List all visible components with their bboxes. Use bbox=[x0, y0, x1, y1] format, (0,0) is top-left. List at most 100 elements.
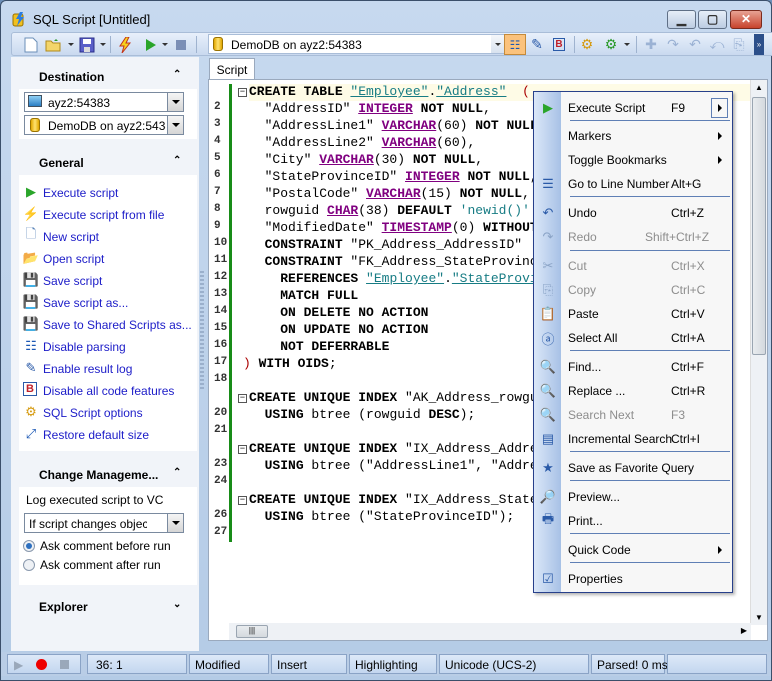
sidebar-item-restore-default-size[interactable]: ⤢ Restore default size bbox=[23, 425, 193, 445]
menu-item-copy[interactable]: ⎘ Copy Ctrl+C bbox=[534, 278, 732, 302]
new-document-icon: 🗋 bbox=[25, 226, 37, 241]
menu-item-cut[interactable]: ✂ Cut Ctrl+X bbox=[534, 254, 732, 278]
scroll-up-icon[interactable]: ▲ bbox=[755, 83, 763, 92]
sidebar-item-open-script[interactable]: 📂 Open script bbox=[23, 249, 193, 269]
result-log-button[interactable]: ✎ bbox=[528, 36, 546, 53]
sidebar-splitter[interactable] bbox=[200, 271, 204, 391]
execute-from-file-button[interactable] bbox=[116, 36, 134, 53]
tab-script[interactable]: Script bbox=[209, 58, 255, 80]
open-dropdown-arrow[interactable] bbox=[68, 43, 74, 46]
toolbar-overflow-button[interactable]: » bbox=[754, 34, 764, 55]
chevron-down-icon[interactable] bbox=[491, 35, 505, 53]
menu-item-quick-code[interactable]: Quick Code bbox=[534, 538, 732, 562]
database-selector[interactable]: DemoDB on ayz2:54383 bbox=[208, 34, 506, 54]
sidebar-item-disable-parsing[interactable]: ☷ Disable parsing bbox=[23, 337, 193, 357]
line-number: 17 bbox=[214, 356, 228, 368]
sidebar-item-new-script[interactable]: 🗋 New script bbox=[23, 226, 193, 247]
menu-item-find[interactable]: 🔍 Find... Ctrl+F bbox=[534, 355, 732, 379]
horizontal-scroll-thumb[interactable]: ||| bbox=[236, 625, 268, 638]
fold-toggle-icon[interactable]: − bbox=[238, 88, 247, 97]
radio-ask-before-run[interactable]: Ask comment before run bbox=[23, 538, 193, 556]
menu-item-incremental-search[interactable]: ▤ Incremental Search Ctrl+I bbox=[534, 427, 732, 451]
line-number: 18 bbox=[214, 373, 228, 385]
fold-toggle-icon[interactable]: − bbox=[238, 496, 247, 505]
toggle-parsing-button[interactable]: ☷ bbox=[504, 34, 526, 55]
vertical-scroll-thumb[interactable] bbox=[752, 97, 766, 355]
menu-item-replace[interactable]: 🔍 Replace ... Ctrl+R bbox=[534, 379, 732, 403]
open-script-button[interactable] bbox=[44, 36, 62, 53]
sidebar-item-disable-code-features[interactable]: B Disable all code features bbox=[23, 381, 193, 401]
save-button[interactable] bbox=[78, 36, 96, 53]
sidebar-item-save-shared[interactable]: 💾 Save to Shared Scripts as... bbox=[23, 315, 193, 335]
record-icon[interactable] bbox=[36, 659, 47, 670]
resize-grip[interactable] bbox=[667, 654, 767, 674]
sidebar-item-enable-result-log[interactable]: ✎ Enable result log bbox=[23, 359, 193, 379]
new-script-button[interactable] bbox=[22, 36, 40, 53]
extra-options-button[interactable]: ⚙ bbox=[602, 36, 620, 53]
stop-icon[interactable] bbox=[60, 660, 69, 669]
menu-item-go-to-line-number[interactable]: ☰ Go to Line Number Alt+G bbox=[534, 172, 732, 196]
radio-ask-after-run[interactable]: Ask comment after run bbox=[23, 557, 193, 575]
undo-all-icon: ⤺ bbox=[709, 36, 725, 52]
collapse-icon[interactable]: ⌃ bbox=[173, 69, 181, 80]
menu-item-paste[interactable]: 📋 Paste Ctrl+V bbox=[534, 302, 732, 326]
sidebar-item-save-script[interactable]: 💾 Save script bbox=[23, 271, 193, 291]
menu-item-label: Select All bbox=[568, 331, 618, 345]
minimize-button[interactable]: ▁ bbox=[667, 10, 696, 29]
menu-item-properties[interactable]: ☑ Properties bbox=[534, 567, 732, 591]
line-number: 14 bbox=[214, 305, 228, 317]
radio-checked-icon[interactable] bbox=[23, 540, 35, 552]
expand-icon[interactable]: ⌄ bbox=[173, 599, 181, 610]
menu-item-print[interactable]: 🖶 Print... bbox=[534, 509, 732, 533]
execute-dropdown-arrow[interactable] bbox=[162, 43, 168, 46]
change-management-section-header[interactable]: Change Manageme... ⌃ bbox=[19, 457, 197, 489]
server-selector[interactable]: ayz2:54383 bbox=[24, 92, 184, 112]
undo-all-button[interactable]: ⤺ bbox=[708, 36, 726, 53]
save-dropdown-arrow[interactable] bbox=[100, 43, 106, 46]
menu-item-markers[interactable]: Markers bbox=[534, 124, 732, 148]
options-button[interactable]: ⚙ bbox=[578, 36, 596, 53]
play-icon[interactable]: ▶ bbox=[14, 658, 23, 672]
database-dropdown[interactable]: DemoDB on ayz2:54383 bbox=[24, 115, 184, 135]
options-dropdown-arrow[interactable] bbox=[624, 43, 630, 46]
menu-item-toggle-bookmarks[interactable]: Toggle Bookmarks bbox=[534, 148, 732, 172]
chevron-down-icon[interactable] bbox=[167, 93, 183, 111]
menu-item-preview[interactable]: 🔎 Preview... bbox=[534, 485, 732, 509]
menu-item-select-all[interactable]: ⓐ Select All Ctrl+A bbox=[534, 326, 732, 350]
maximize-button[interactable]: ▢ bbox=[698, 10, 727, 29]
general-section-header[interactable]: General ⌃ bbox=[19, 145, 197, 177]
close-button[interactable]: ✕ bbox=[730, 10, 762, 29]
sidebar-item-save-script-as[interactable]: 💾 Save script as... bbox=[23, 293, 193, 313]
code-features-button[interactable]: B bbox=[550, 36, 568, 53]
menu-item-undo[interactable]: ↶ Undo Ctrl+Z bbox=[534, 201, 732, 225]
vertical-scrollbar[interactable]: ▲ ▼ bbox=[750, 80, 767, 625]
scroll-right-icon[interactable]: ▶ bbox=[741, 626, 747, 635]
add-button[interactable]: ✚ bbox=[642, 36, 660, 53]
undo-toolbar-button[interactable]: ↶ bbox=[686, 36, 704, 53]
menu-item-save-as-favorite-query[interactable]: ★ Save as Favorite Query bbox=[534, 456, 732, 480]
copy-toolbar-button[interactable]: ⎘ bbox=[730, 36, 748, 53]
redo-toolbar-button[interactable]: ↷ bbox=[664, 36, 682, 53]
menu-item-search-next[interactable]: 🔍 Search Next F3 bbox=[534, 403, 732, 427]
chevron-down-icon[interactable] bbox=[167, 514, 183, 532]
sidebar-item-execute-script[interactable]: ▶ Execute script bbox=[23, 183, 193, 203]
destination-section-header[interactable]: Destination ⌃ bbox=[19, 59, 197, 91]
execute-button[interactable] bbox=[142, 36, 160, 53]
menu-shortcut: Ctrl+X bbox=[671, 259, 705, 273]
radio-unchecked-icon[interactable] bbox=[23, 559, 35, 571]
explorer-section-header[interactable]: Explorer ⌄ bbox=[19, 589, 197, 621]
sidebar-item-execute-from-file[interactable]: ⚡ Execute script from file bbox=[23, 205, 193, 225]
stop-button[interactable] bbox=[172, 36, 190, 53]
menu-item-execute-script[interactable]: ▶ Execute Script F9 bbox=[534, 96, 732, 120]
fold-toggle-icon[interactable]: − bbox=[238, 394, 247, 403]
menu-item-redo[interactable]: ↷ Redo Shift+Ctrl+Z bbox=[534, 225, 732, 249]
collapse-icon[interactable]: ⌃ bbox=[173, 155, 181, 166]
collapse-icon[interactable]: ⌃ bbox=[173, 467, 181, 478]
fold-toggle-icon[interactable]: − bbox=[238, 445, 247, 454]
chevron-down-icon[interactable] bbox=[167, 116, 183, 134]
sidebar-item-sql-script-options[interactable]: ⚙ SQL Script options bbox=[23, 403, 193, 423]
submenu-button[interactable] bbox=[711, 98, 728, 118]
horizontal-scrollbar[interactable]: ||| ▶ bbox=[229, 623, 751, 640]
log-option-selector[interactable]: If script changes objects bbox=[24, 513, 184, 533]
scroll-down-icon[interactable]: ▼ bbox=[755, 613, 763, 622]
